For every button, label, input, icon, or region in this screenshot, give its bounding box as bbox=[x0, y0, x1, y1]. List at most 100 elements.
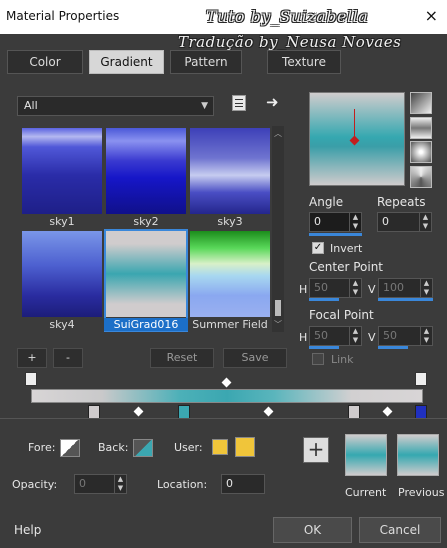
category-value: All bbox=[24, 99, 38, 112]
help-link[interactable]: Help bbox=[14, 523, 41, 537]
previous-material-swatch[interactable] bbox=[397, 434, 439, 476]
back-swatch[interactable] bbox=[133, 439, 153, 457]
opacity-input[interactable]: 0 ▲ ▼ bbox=[74, 474, 127, 494]
ok-button[interactable]: OK bbox=[273, 517, 352, 543]
tab-gradient[interactable]: Gradient bbox=[89, 50, 164, 74]
linear-gradient-type-icon[interactable] bbox=[410, 92, 432, 114]
focal-h-spinner-icon[interactable]: ▲ ▼ bbox=[349, 327, 361, 345]
angle-spinner-icon[interactable]: ▲ ▼ bbox=[349, 213, 361, 231]
rectangular-gradient-type-icon[interactable] bbox=[410, 117, 432, 139]
focal-v-underline bbox=[378, 346, 408, 349]
gradient-thumb-sky2[interactable] bbox=[106, 128, 186, 214]
center-v-input[interactable]: 100 ▲ ▼ bbox=[378, 278, 433, 298]
center-point-label: Center Point bbox=[309, 260, 383, 274]
focal-h-input[interactable]: 50 ▲ ▼ bbox=[309, 326, 362, 346]
focal-h-label: H bbox=[299, 331, 308, 344]
center-h-underline bbox=[309, 298, 339, 301]
repeats-value: 0 bbox=[382, 215, 389, 228]
location-label: Location: bbox=[157, 478, 208, 491]
transparency-stop-right[interactable] bbox=[415, 372, 427, 386]
gradient-preview[interactable] bbox=[309, 92, 405, 186]
scroll-thumb[interactable] bbox=[275, 300, 281, 316]
angle-input[interactable]: 0 ▲ ▼ bbox=[309, 212, 362, 232]
color-stop-3[interactable] bbox=[348, 405, 360, 419]
gradient-label-suigrad016: SuiGrad016 bbox=[104, 318, 188, 331]
gradient-thumb-summer-field[interactable] bbox=[190, 231, 270, 317]
remove-gradient-button[interactable]: - bbox=[53, 348, 83, 368]
link-checkbox[interactable] bbox=[312, 353, 324, 365]
scroll-down-icon[interactable]: ﹀ bbox=[272, 319, 284, 330]
location-input[interactable]: 0 bbox=[221, 474, 265, 494]
gradient-thumb-sky4[interactable] bbox=[22, 231, 102, 317]
link-label: Link bbox=[331, 353, 354, 366]
tab-pattern[interactable]: Pattern bbox=[170, 50, 242, 74]
transparency-midpoint[interactable] bbox=[221, 377, 232, 388]
focal-h-underline bbox=[309, 346, 339, 349]
angle-label: Angle bbox=[309, 195, 344, 209]
transparency-stop-left[interactable] bbox=[25, 372, 37, 386]
invert-label: Invert bbox=[330, 242, 363, 255]
watermark-line-1: Tuto by_Suizabella bbox=[206, 7, 369, 26]
focal-v-label: V bbox=[368, 331, 376, 344]
center-v-spinner-icon[interactable]: ▲ ▼ bbox=[420, 279, 432, 297]
previous-label: Previous bbox=[398, 486, 445, 499]
angle-value: 0 bbox=[314, 215, 321, 228]
focal-point-label: Focal Point bbox=[309, 308, 374, 322]
library-icon[interactable] bbox=[232, 95, 246, 111]
center-h-input[interactable]: 50 ▲ ▼ bbox=[309, 278, 362, 298]
window-title: Material Properties bbox=[6, 9, 120, 23]
center-v-value: 100 bbox=[383, 281, 404, 294]
center-h-value: 50 bbox=[314, 281, 328, 294]
cancel-button[interactable]: Cancel bbox=[359, 517, 441, 543]
color-midpoint-3[interactable] bbox=[382, 406, 393, 417]
fore-swatch[interactable] bbox=[60, 439, 80, 457]
gradient-label-summer-field: Summer Field bbox=[192, 318, 268, 331]
gradient-list-scrollbar[interactable]: ︿ ﹀ bbox=[272, 126, 284, 332]
repeats-spinner-icon[interactable]: ▲ ▼ bbox=[419, 213, 431, 231]
scroll-up-icon[interactable]: ︿ bbox=[272, 128, 284, 139]
color-midpoint-2[interactable] bbox=[263, 406, 274, 417]
gradient-thumb-sky1[interactable] bbox=[22, 128, 102, 214]
invert-checkbox[interactable]: ✓ bbox=[312, 242, 324, 254]
repeats-input[interactable]: 0 ▲ ▼ bbox=[377, 212, 432, 232]
watermark-line-2: Tradução by_Neusa Novaes bbox=[178, 33, 402, 51]
color-stop-2[interactable] bbox=[178, 405, 190, 419]
focal-v-input[interactable]: 50 ▲ ▼ bbox=[378, 326, 433, 346]
color-midpoint-1[interactable] bbox=[133, 406, 144, 417]
add-gradient-button[interactable]: + bbox=[17, 348, 47, 368]
gradient-label-sky2: sky2 bbox=[133, 215, 159, 228]
fore-label: Fore: bbox=[28, 441, 56, 454]
current-material-swatch[interactable] bbox=[345, 434, 387, 476]
color-stop-4[interactable] bbox=[415, 405, 427, 419]
opacity-value: 0 bbox=[79, 477, 86, 490]
angle-handle-dot[interactable] bbox=[349, 135, 360, 146]
radial-gradient-type-icon[interactable] bbox=[410, 141, 432, 163]
category-dropdown[interactable]: All ▼ bbox=[17, 96, 214, 116]
tab-texture[interactable]: Texture bbox=[267, 50, 341, 74]
center-v-underline bbox=[378, 298, 433, 301]
focal-h-value: 50 bbox=[314, 329, 328, 342]
angle-underline bbox=[309, 233, 362, 236]
divider bbox=[0, 418, 447, 419]
add-to-swatches-button[interactable]: + bbox=[303, 437, 329, 463]
user-swatch[interactable] bbox=[235, 437, 255, 457]
gradient-thumb-sky3[interactable] bbox=[190, 128, 270, 214]
center-v-label: V bbox=[368, 283, 376, 296]
user-swatch-small[interactable] bbox=[212, 439, 228, 455]
user-label: User: bbox=[174, 441, 203, 454]
close-icon[interactable]: × bbox=[425, 6, 438, 25]
reset-button[interactable]: Reset bbox=[150, 348, 214, 368]
arrow-right-icon[interactable]: ➜ bbox=[266, 93, 279, 111]
tab-color[interactable]: Color bbox=[7, 50, 83, 74]
gradient-editor-bar[interactable] bbox=[31, 389, 423, 403]
sunburst-gradient-type-icon[interactable] bbox=[410, 166, 432, 188]
save-button[interactable]: Save bbox=[223, 348, 287, 368]
focal-v-spinner-icon[interactable]: ▲ ▼ bbox=[420, 327, 432, 345]
center-h-spinner-icon[interactable]: ▲ ▼ bbox=[349, 279, 361, 297]
gradient-thumb-suigrad016[interactable] bbox=[106, 231, 186, 317]
location-value: 0 bbox=[226, 477, 233, 490]
color-stop-1[interactable] bbox=[88, 405, 100, 419]
gradient-label-sky1: sky1 bbox=[49, 215, 75, 228]
focal-v-value: 50 bbox=[383, 329, 397, 342]
opacity-spinner-icon[interactable]: ▲ ▼ bbox=[114, 475, 126, 493]
